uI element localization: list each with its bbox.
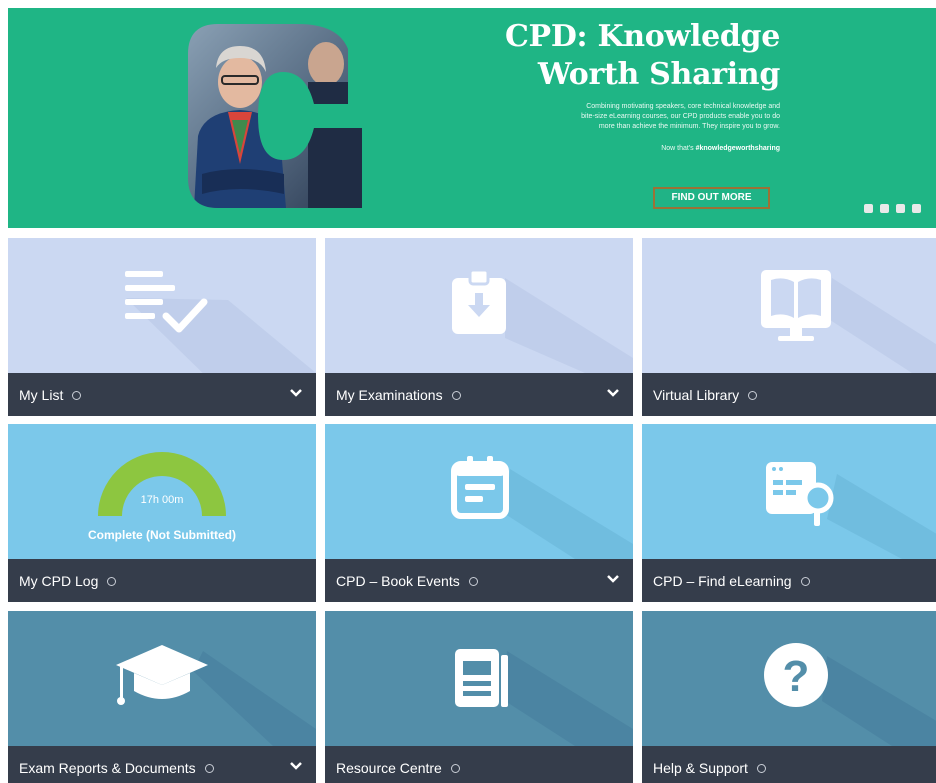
tile-cpd-find-elearning[interactable]: CPD – Find eLearning	[642, 424, 936, 602]
document-icon	[455, 649, 633, 746]
tile-label: My List	[19, 386, 64, 403]
tile-footer: Resource Centre	[325, 746, 633, 783]
book-monitor-icon	[761, 270, 936, 373]
graduation-cap-icon	[116, 645, 316, 746]
carousel-dot-4[interactable]	[912, 204, 921, 213]
carousel-dots	[864, 200, 921, 213]
info-icon[interactable]	[756, 764, 766, 773]
tile-label: My Examinations	[336, 386, 443, 403]
tile-art	[325, 238, 633, 373]
hero-banner: CPD: Knowledge Worth Sharing Combining m…	[8, 8, 936, 228]
chevron-down-icon[interactable]	[290, 761, 302, 771]
tile-label: Help & Support	[653, 759, 748, 776]
info-icon[interactable]	[72, 391, 82, 400]
hero-tagline: Now that's #knowledgeworthsharing	[468, 144, 780, 154]
hero-title-line2: Worth Sharing	[537, 57, 780, 92]
find-out-more-button[interactable]: FIND OUT MORE	[653, 187, 770, 209]
hero-hashtag: #knowledgeworthsharing	[695, 145, 780, 152]
tile-label: Exam Reports & Documents	[19, 759, 196, 776]
tile-footer: CPD – Find eLearning	[642, 559, 936, 602]
tile-virtual-library[interactable]: Virtual Library	[642, 238, 936, 416]
hero-tagline-prefix: Now that's	[661, 145, 696, 152]
tile-footer: My CPD Log	[8, 559, 316, 602]
tile-footer: My List	[8, 373, 316, 416]
info-icon[interactable]	[107, 577, 117, 586]
hero-text-block: CPD: Knowledge Worth Sharing Combining m…	[468, 18, 780, 154]
tile-help-support[interactable]: ? Help & Support	[642, 611, 936, 783]
tile-footer: Help & Support	[642, 746, 936, 783]
tile-footer: My Examinations	[325, 373, 633, 416]
tile-label: CPD – Book Events	[336, 572, 460, 589]
tile-cpd-book-events[interactable]: CPD – Book Events	[325, 424, 633, 602]
tile-art	[8, 238, 316, 388]
tile-my-cpd-log[interactable]: 17h 00m Complete (Not Submitted) My CPD …	[8, 424, 316, 602]
tile-label: My CPD Log	[19, 572, 99, 589]
cpd-hours-value: 17h 00m	[140, 494, 184, 506]
chevron-down-icon[interactable]	[607, 574, 619, 584]
tile-art	[325, 424, 633, 559]
hero-title: CPD: Knowledge Worth Sharing	[468, 18, 780, 94]
tile-my-list[interactable]: My List	[8, 238, 316, 416]
info-icon[interactable]	[451, 391, 461, 400]
tile-label: Virtual Library	[653, 386, 740, 403]
tile-exam-reports-documents[interactable]: Exam Reports & Documents	[8, 611, 316, 783]
hero-body-line3: more than achieve the minimum. They insp…	[598, 123, 780, 130]
question-icon: ?	[764, 643, 936, 746]
cpd-status-text: Complete (Not Submitted)	[88, 528, 236, 542]
hero-portrait-image	[188, 24, 362, 208]
chevron-down-icon[interactable]	[607, 388, 619, 398]
chevron-down-icon[interactable]	[290, 388, 302, 398]
info-icon[interactable]	[748, 391, 758, 400]
hero-title-line1: CPD: Knowledge	[504, 19, 780, 54]
info-icon[interactable]	[204, 764, 214, 773]
tile-art	[325, 611, 633, 746]
hero-body-line2: bite-size eLearning courses, our CPD pro…	[581, 113, 780, 120]
tile-resource-centre[interactable]: Resource Centre	[325, 611, 633, 783]
tile-label: Resource Centre	[336, 759, 442, 776]
tile-art: 17h 00m Complete (Not Submitted)	[8, 424, 316, 559]
info-icon[interactable]	[468, 577, 478, 586]
calendar-icon	[451, 456, 633, 559]
tile-art	[8, 611, 316, 746]
info-icon[interactable]	[800, 577, 810, 586]
carousel-dot-1[interactable]	[864, 204, 873, 213]
tile-footer: Exam Reports & Documents	[8, 746, 316, 783]
clipboard-download-icon	[452, 268, 633, 373]
tile-art	[642, 424, 936, 559]
tile-footer: Virtual Library	[642, 373, 936, 416]
info-icon[interactable]	[450, 764, 460, 773]
carousel-dot-2[interactable]	[880, 204, 889, 213]
hero-body-line1: Combining motivating speakers, core tech…	[586, 103, 780, 110]
tile-art	[642, 238, 936, 373]
tile-art: ?	[642, 611, 936, 746]
tile-footer: CPD – Book Events	[325, 559, 633, 602]
tile-my-examinations[interactable]: My Examinations	[325, 238, 633, 416]
hero-description: Combining motivating speakers, core tech…	[468, 102, 780, 132]
svg-text:?: ?	[783, 652, 810, 701]
checklist-icon	[125, 271, 316, 388]
carousel-dot-3[interactable]	[896, 204, 905, 213]
tile-label: CPD – Find eLearning	[653, 572, 792, 589]
browser-search-icon	[766, 462, 936, 559]
